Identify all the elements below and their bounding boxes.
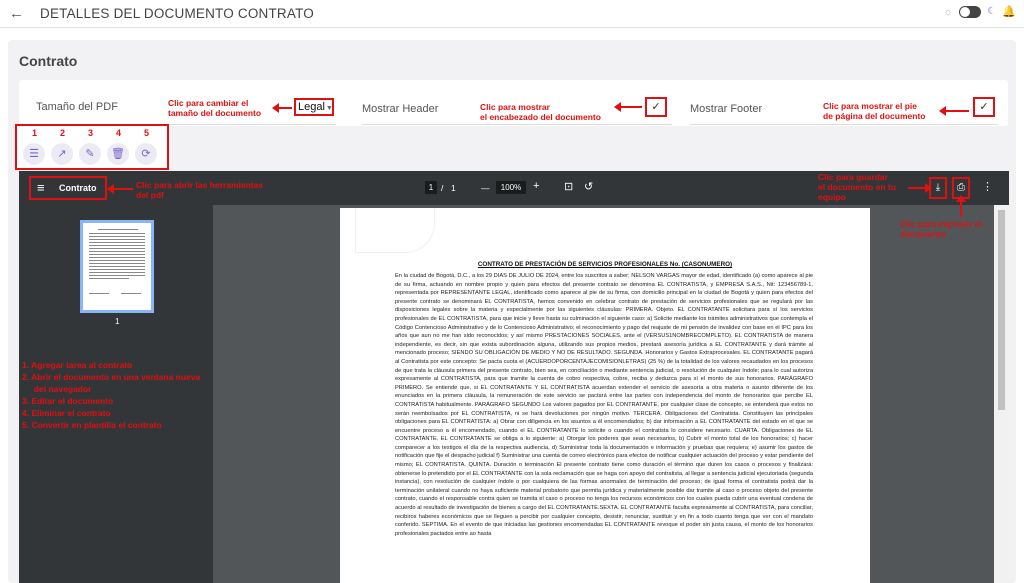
divider — [690, 124, 998, 125]
tool-number: 2 — [60, 128, 66, 138]
sun-icon: ☼ — [943, 5, 954, 18]
edit-icon: ✎ — [85, 148, 95, 160]
contract-title: CONTRATO DE PRESTACIÓN DE SERVICIOS PROF… — [477, 261, 733, 268]
rotate-icon[interactable]: ↺ — [584, 180, 593, 193]
refresh-icon: ⟳ — [141, 148, 151, 160]
convert-template-button[interactable]: ⟳ — [135, 143, 157, 165]
pdf-doc-name: Contrato — [59, 183, 97, 193]
page-thumbnail[interactable] — [80, 220, 154, 313]
show-header-label: Mostrar Header — [362, 103, 439, 115]
zoom-out-button[interactable]: — — [481, 183, 490, 193]
annotation-arrow — [107, 184, 133, 194]
pdf-size-value: Legal — [298, 101, 325, 113]
pdf-scrollbar[interactable] — [994, 205, 1009, 583]
list-icon: ☰ — [29, 148, 39, 160]
section-title: Contrato — [19, 53, 78, 69]
edit-button[interactable]: ✎ — [79, 143, 101, 165]
header-actions: ☼ ☾ 🔔 — [943, 5, 1016, 18]
open-new-window-button[interactable]: ↗ — [51, 143, 73, 165]
tools-legend: 1. Agregar tarea al contrato 2. Abrir el … — [22, 360, 201, 430]
annotation-arrow — [272, 103, 292, 113]
contract-body: En la ciudad de Bogotá, D.C., a los 29 D… — [395, 273, 813, 537]
page-number-input[interactable]: 1 — [425, 181, 437, 194]
arrow-left-icon[interactable]: ← — [9, 5, 24, 22]
pdf-size-label: Tamaño del PDF — [36, 101, 118, 113]
scrollbar-thumb[interactable] — [998, 210, 1005, 410]
theme-toggle[interactable] — [959, 5, 982, 18]
show-footer-label: Mostrar Footer — [690, 103, 763, 115]
fit-page-icon[interactable]: ⊡ — [564, 180, 573, 193]
show-footer-checkbox[interactable]: ✓ — [973, 97, 995, 117]
annotation-footer: Clic para mostrar el pie de página del do… — [823, 101, 926, 121]
show-header-checkbox[interactable]: ✓ — [645, 97, 667, 117]
tool-number: 4 — [116, 128, 122, 138]
annotation-download: Clic para guardar el documento en tu equip… — [818, 172, 896, 202]
pdf-size-select[interactable]: Legal▼ — [294, 98, 334, 116]
trash-icon: 🗑 — [111, 148, 125, 160]
page-title: DETALLES DEL DOCUMENTO CONTRATO — [40, 6, 314, 21]
add-task-button[interactable]: ☰ — [23, 143, 45, 165]
more-options-icon[interactable]: ⋮ — [982, 180, 993, 193]
page-total: 1 — [451, 183, 456, 193]
annotation-header: Clic para mostrar el encabezado del docum… — [480, 102, 601, 122]
annotation-tools: Clic para abrir las herramientas del pdf — [136, 180, 264, 200]
annotation-arrow — [939, 106, 969, 116]
pdf-menu-box[interactable]: ≡ Contrato — [29, 176, 107, 200]
delete-button[interactable]: 🗑 — [107, 143, 129, 165]
annotation-arrow — [956, 195, 966, 217]
annotation-arrow — [614, 102, 642, 112]
menu-icon[interactable]: ≡ — [37, 180, 45, 195]
thumbnail-page-number: 1 — [115, 317, 120, 326]
document-tools-box: 1 2 3 4 5 ☰ ↗ ✎ 🗑 ⟳ — [15, 124, 169, 170]
top-bar: ← DETALLES DEL DOCUMENTO CONTRATO ☼ ☾ 🔔 — [0, 0, 1024, 28]
zoom-input[interactable]: 100% — [496, 181, 526, 194]
watermark — [355, 208, 435, 253]
moon-icon: ☾ — [987, 6, 997, 17]
tool-number: 5 — [144, 128, 150, 138]
tool-number: 3 — [88, 128, 94, 138]
pdf-page: CONTRATO DE PRESTACIÓN DE SERVICIOS PROF… — [340, 208, 870, 583]
annotation-arrow — [908, 187, 926, 189]
zoom-in-button[interactable]: + — [533, 180, 539, 192]
annotation-size: Clic para cambiar el tamaño del documento — [168, 98, 262, 118]
divider — [362, 124, 672, 125]
bell-icon[interactable]: 🔔 — [1002, 5, 1016, 18]
tool-number: 1 — [32, 128, 38, 138]
chevron-down-icon: ▼ — [325, 105, 333, 112]
annotation-print: Clic para imprimir el documento — [900, 219, 982, 239]
open-new-window-icon: ↗ — [57, 148, 67, 160]
page-separator: / — [441, 183, 444, 193]
